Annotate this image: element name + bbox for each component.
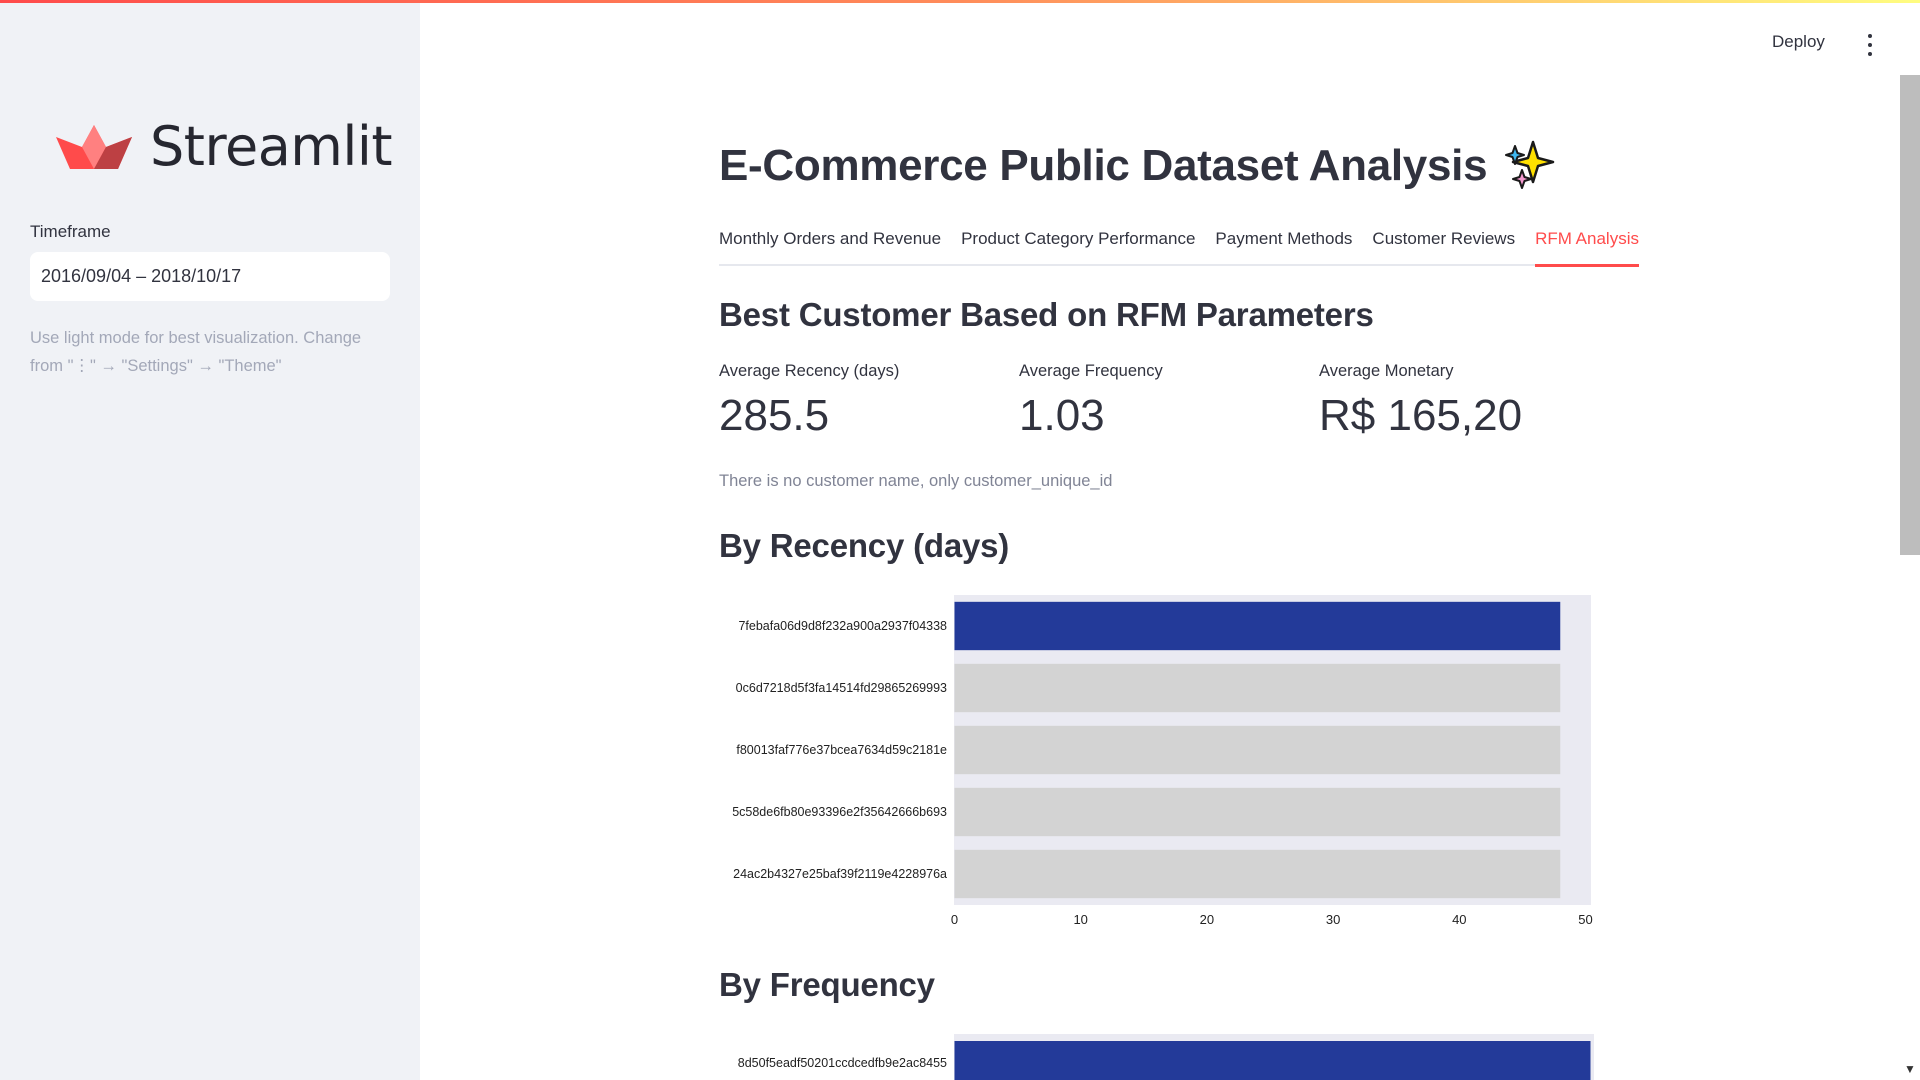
bar — [954, 1041, 1591, 1080]
top-decoration-stripe — [0, 0, 1920, 3]
recency-chart-svg: 7febafa06d9d8f232a900a2937f04338 0c6d7218… — [732, 595, 1593, 927]
tab-customer-reviews[interactable]: Customer Reviews — [1372, 222, 1515, 266]
metric-monetary: Average Monetary R$ 165,20 — [1319, 362, 1522, 441]
page-title: E-Commerce Public Dataset Analysis — [719, 138, 1557, 194]
timeframe-date-input[interactable]: 2016/09/04 – 2018/10/17 — [30, 252, 390, 301]
sidebar: Streamlit Timeframe 2016/09/04 – 2018/10… — [0, 0, 420, 1080]
frequency-chart-svg: 8d50f5eadf50201ccdcedfb9e2ac8455 — [738, 1034, 1594, 1080]
metric-value: 285.5 — [719, 391, 830, 440]
streamlit-boat-icon — [56, 124, 132, 169]
logo-text: Streamlit — [150, 115, 393, 178]
scrollbar-thumb[interactable] — [1900, 75, 1920, 555]
category-label: 0c6d7218d5f3fa14514fd29865269993 — [736, 681, 947, 695]
recency-heading: By Recency (days) — [719, 527, 1010, 564]
x-tick-label: 10 — [1073, 912, 1087, 927]
x-tick-label: 0 — [951, 912, 958, 927]
metric-frequency: Average Frequency 1.03 — [1019, 362, 1163, 441]
page-title-text: E-Commerce Public Dataset Analysis — [719, 141, 1488, 190]
theme-hint-text: Use light mode for best visualization. C… — [30, 329, 362, 375]
scroll-down-arrow-icon[interactable]: ▼ — [1904, 1062, 1916, 1076]
category-label: 5c58de6fb80e93396e2f35642666b693 — [732, 805, 947, 819]
x-tick-label: 30 — [1326, 912, 1340, 927]
category-label: f80013faf776e37bcea7634d59c2181e — [736, 743, 947, 757]
bar — [954, 849, 1561, 899]
main-content: E-Commerce Public Dataset Analysis Month… — [719, 0, 1639, 1080]
metric-recency: Average Recency (days) 285.5 — [719, 362, 899, 441]
timeframe-label: Timeframe — [30, 222, 111, 241]
category-label: 7febafa06d9d8f232a900a2937f04338 — [738, 619, 947, 633]
metric-label: Average Frequency — [1019, 362, 1163, 380]
tab-rfm-analysis[interactable]: RFM Analysis — [1535, 222, 1639, 267]
deploy-button[interactable]: Deploy — [1772, 32, 1825, 52]
section-title: Best Customer Based on RFM Parameters — [719, 296, 1374, 333]
bar — [954, 787, 1561, 837]
tab-monthly-orders[interactable]: Monthly Orders and Revenue — [719, 222, 941, 266]
x-tick-label: 40 — [1452, 912, 1466, 927]
frequency-chart: 8d50f5eadf50201ccdcedfb9e2ac8455 — [719, 1030, 1599, 1080]
timeframe-value: 2016/09/04 – 2018/10/17 — [41, 266, 242, 286]
tab-bar: Monthly Orders and Revenue Product Categ… — [719, 222, 1639, 267]
streamlit-logo: Streamlit — [56, 115, 393, 178]
bar — [954, 725, 1561, 775]
metric-value: 1.03 — [1019, 391, 1105, 440]
category-label: 24ac2b4327e25baf39f2119e4228976a — [733, 867, 947, 881]
frequency-heading: By Frequency — [719, 966, 935, 1003]
x-tick-label: 50 — [1578, 912, 1592, 927]
sparkles-icon — [1505, 140, 1555, 189]
caption-text: There is no customer name, only customer… — [719, 472, 1113, 490]
metric-label: Average Recency (days) — [719, 362, 900, 380]
metric-label: Average Monetary — [1319, 362, 1454, 380]
recency-chart: 7febafa06d9d8f232a900a2937f04338 0c6d7218… — [719, 590, 1599, 940]
bar — [954, 601, 1561, 651]
bar — [954, 663, 1561, 713]
tab-payment-methods[interactable]: Payment Methods — [1215, 222, 1352, 266]
tab-product-category[interactable]: Product Category Performance — [961, 222, 1195, 266]
category-label: 8d50f5eadf50201ccdcedfb9e2ac8455 — [738, 1056, 947, 1070]
x-tick-label: 20 — [1200, 912, 1214, 927]
kebab-menu-icon[interactable] — [1864, 34, 1876, 56]
metric-value: R$ 165,20 — [1319, 391, 1523, 440]
